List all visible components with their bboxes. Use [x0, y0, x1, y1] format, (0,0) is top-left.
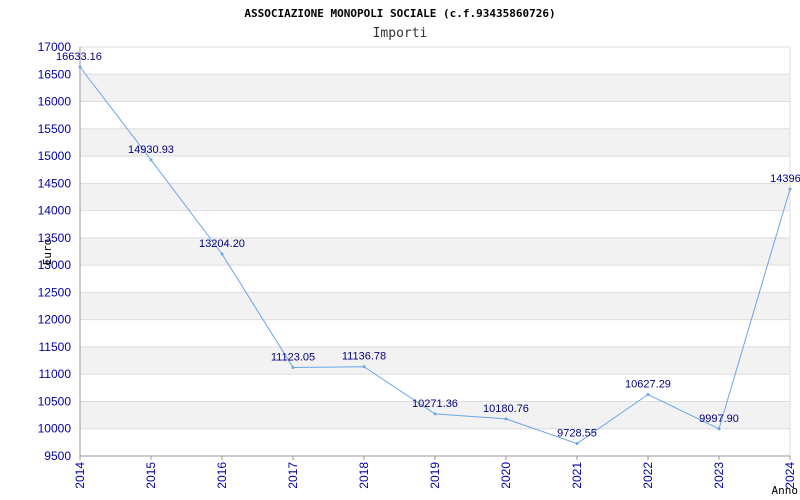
y-tick-label: 14000 — [38, 204, 72, 218]
data-point — [717, 427, 721, 431]
x-tick-label: 2018 — [357, 462, 371, 489]
x-tick-label: 2023 — [712, 462, 726, 489]
data-label: 14396.7 — [770, 173, 800, 185]
x-tick-label: 2021 — [570, 462, 584, 489]
data-point — [504, 417, 508, 421]
data-label: 11136.78 — [342, 351, 386, 363]
y-tick-label: 11000 — [39, 367, 72, 381]
line-chart: 9500100001050011000115001200012500130001… — [38, 7, 800, 497]
x-axis-label: Anno — [772, 484, 799, 497]
grid-band — [80, 292, 790, 320]
x-tick-label: 2017 — [286, 462, 300, 489]
y-tick-label: 12000 — [38, 313, 72, 327]
y-tick-label: 15500 — [38, 122, 72, 136]
data-label: 13204.20 — [199, 238, 245, 250]
data-point — [220, 252, 224, 256]
x-tick-labels: 2014 2015 2016 2017 2018 2019 2020 2021 2022 2023… — [73, 462, 797, 489]
y-tick-label: 14500 — [38, 176, 72, 190]
data-point — [433, 412, 437, 416]
data-point — [149, 158, 153, 162]
y-axis-label: Euro — [41, 239, 54, 266]
data-label: 9997.90 — [699, 413, 739, 425]
y-tick-label: 12500 — [38, 285, 72, 299]
x-tick-label: 2014 — [73, 462, 87, 489]
grid-band — [80, 237, 790, 266]
data-point — [788, 187, 792, 191]
grid-bands — [80, 74, 790, 429]
y-tick-label: 10500 — [38, 394, 72, 408]
chart-title: ASSOCIAZIONE MONOPOLI SOCIALE (c.f.93435… — [244, 7, 555, 20]
chart-subtitle: Importi — [373, 26, 428, 41]
data-label: 9728.55 — [557, 428, 597, 440]
data-point — [291, 365, 295, 369]
data-label: 10271.36 — [412, 398, 458, 410]
grid-band — [80, 74, 790, 102]
y-tick-label: 10000 — [38, 422, 72, 436]
y-tick-label: 16000 — [38, 95, 72, 109]
data-label: 14930.93 — [128, 144, 174, 156]
x-tick-label: 2019 — [428, 462, 442, 489]
y-tick-label: 9500 — [44, 449, 71, 463]
grid-band — [80, 128, 790, 157]
data-label: 16633.16 — [56, 51, 102, 63]
x-tick-label: 2020 — [499, 462, 513, 489]
x-tick-label: 2022 — [641, 462, 655, 489]
y-tick-label: 15000 — [38, 149, 72, 163]
y-tick-label: 16500 — [38, 67, 72, 81]
data-label: 10627.29 — [625, 379, 671, 391]
data-point — [362, 365, 366, 369]
data-point — [78, 65, 82, 69]
data-point — [575, 442, 579, 446]
grid-band — [80, 346, 790, 375]
x-tick-label: 2016 — [215, 462, 229, 489]
data-label: 11123.05 — [271, 351, 315, 363]
y-tick-label: 11500 — [39, 340, 72, 354]
x-tick-label: 2015 — [144, 462, 158, 489]
data-label: 10180.76 — [483, 403, 529, 415]
data-point — [646, 393, 650, 397]
